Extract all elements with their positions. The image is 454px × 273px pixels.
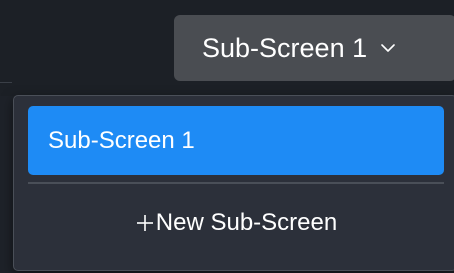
new-sub-screen-label: New Sub-Screen [155,209,338,236]
option-label: Sub-Screen 1 [48,126,195,154]
new-sub-screen-button[interactable]: New Sub-Screen [28,192,444,254]
menu-separator [28,182,444,184]
dropdown-option-sub-screen-1[interactable]: Sub-Screen 1 [28,106,444,175]
divider [0,82,12,83]
selector-label: Sub-Screen 1 [202,32,368,63]
chevron-down-icon [379,39,397,57]
sub-screen-selector[interactable]: Sub-Screen 1 [174,15,454,81]
dropdown-menu: Sub-Screen 1 New Sub-Screen [13,95,454,271]
plus-icon [135,213,155,233]
